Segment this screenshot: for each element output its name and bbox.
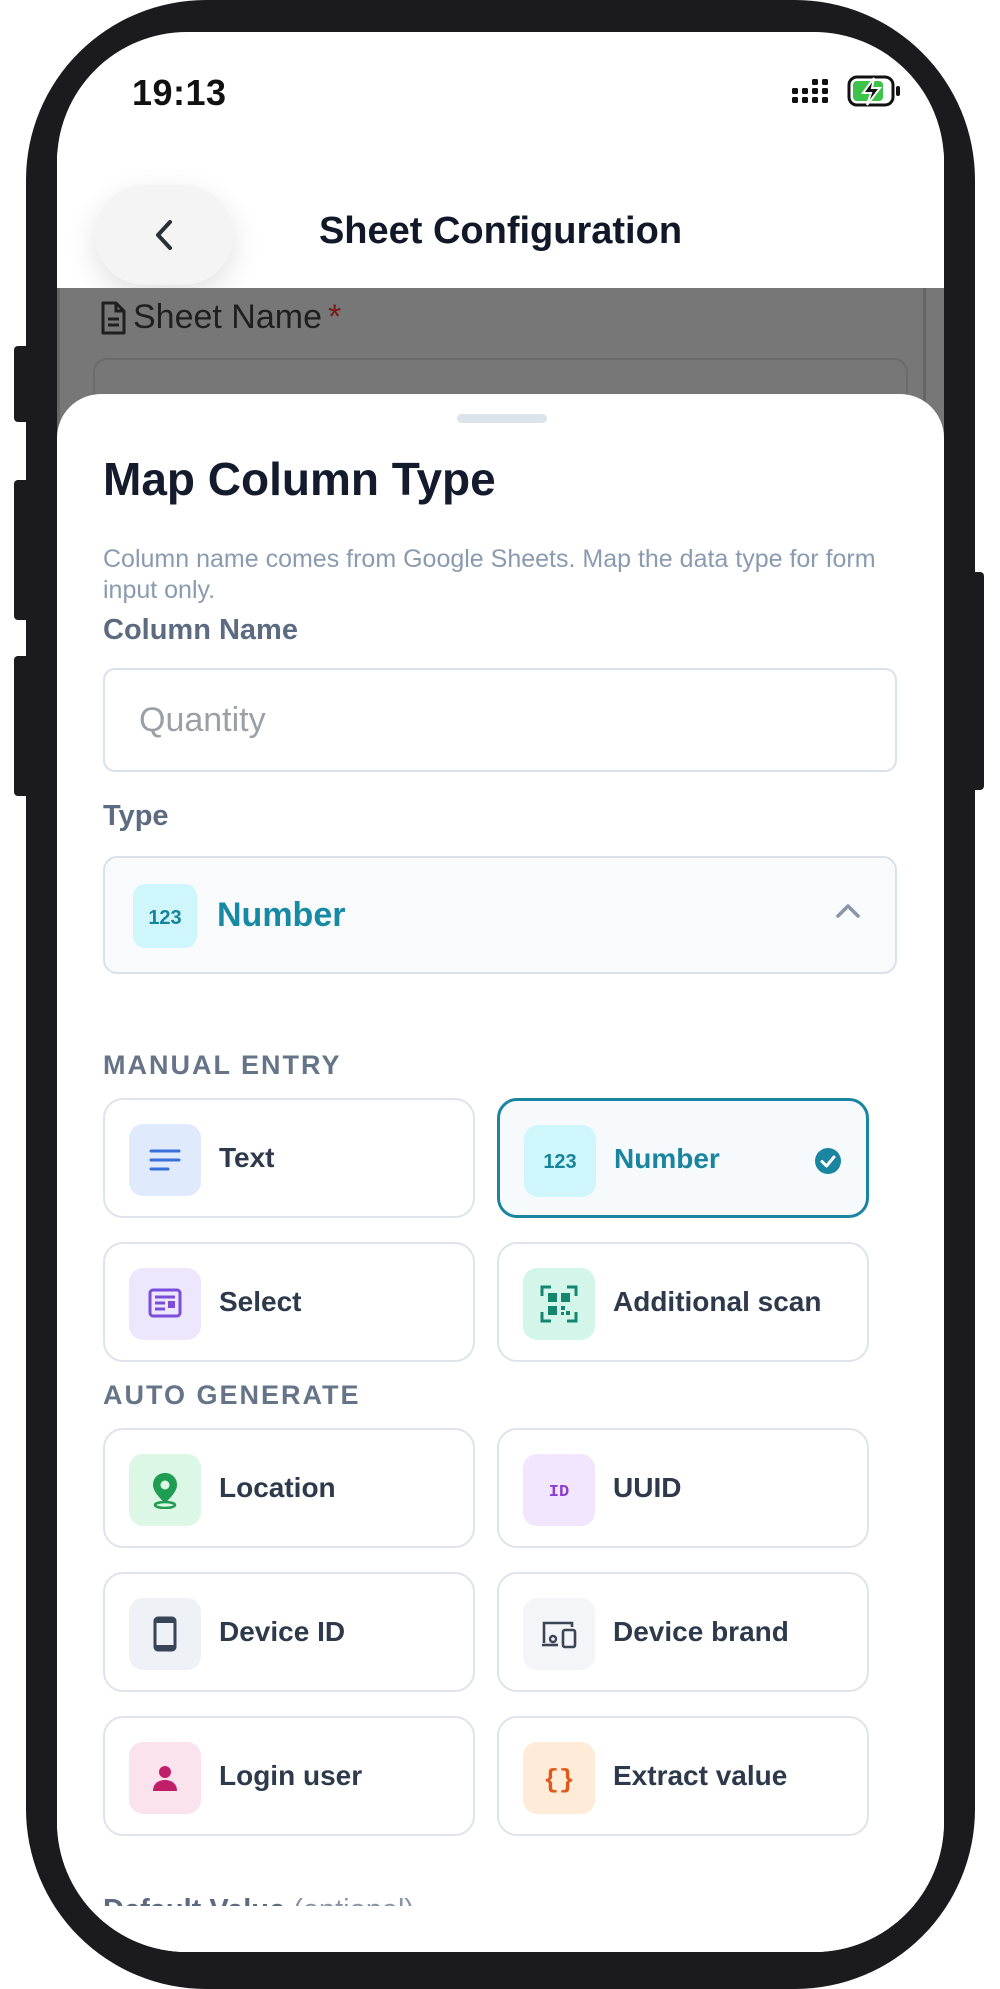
document-icon xyxy=(101,301,126,334)
silent-switch xyxy=(14,346,30,422)
battery-charging-icon xyxy=(847,75,900,107)
id-badge-icon: ID xyxy=(523,1454,595,1526)
status-bar: 19:13 xyxy=(57,32,944,152)
type-option-label: Additional scan xyxy=(613,1286,822,1317)
person-icon xyxy=(129,1742,201,1814)
volume-up-button xyxy=(14,480,30,620)
type-label: Type xyxy=(103,800,169,832)
type-option-label: UUID xyxy=(613,1472,682,1503)
volume-down-button xyxy=(14,656,30,796)
type-option-number[interactable]: 123 Number xyxy=(497,1098,869,1218)
type-option-label: Device ID xyxy=(219,1616,346,1647)
chevron-up-icon xyxy=(836,904,860,918)
sheet-name-text: Sheet Name xyxy=(133,298,322,336)
type-option-label: Text xyxy=(219,1142,275,1173)
smartphone-icon xyxy=(129,1598,201,1670)
cellular-signal-icon xyxy=(792,79,828,103)
type-option-location[interactable]: Location xyxy=(103,1428,475,1548)
location-pin-icon xyxy=(129,1454,201,1526)
sheet-name-label: Sheet Name * xyxy=(99,298,341,337)
screen: 19:13 Sheet Configuration Sheet Name * M… xyxy=(57,32,944,1952)
type-option-label: Extract value xyxy=(613,1760,788,1791)
status-time: 19:13 xyxy=(132,72,227,113)
type-option-label: Login user xyxy=(219,1760,363,1791)
sheet-grabber[interactable] xyxy=(457,414,547,423)
map-column-type-sheet: Map Column Type Column name comes from G… xyxy=(57,394,944,1952)
svg-text:123: 123 xyxy=(148,907,181,929)
selected-type-label: Number xyxy=(217,896,346,934)
svg-text:ID: ID xyxy=(549,1483,569,1502)
type-option-device-brand[interactable]: Device brand xyxy=(497,1572,869,1692)
type-option-extract-value[interactable]: {} Extract value xyxy=(497,1716,869,1836)
number-123-icon: 123 xyxy=(133,884,197,953)
type-option-text[interactable]: Text xyxy=(103,1098,475,1218)
column-name-input[interactable] xyxy=(103,668,897,772)
check-circle-icon xyxy=(815,1148,841,1174)
type-option-login-user[interactable]: Login user xyxy=(103,1716,475,1836)
svg-text:123: 123 xyxy=(543,1151,576,1173)
power-button xyxy=(970,572,984,790)
page-title: Sheet Configuration xyxy=(318,210,683,252)
sheet-title: Map Column Type xyxy=(103,453,496,505)
svg-text:{}: {} xyxy=(543,1765,574,1794)
type-option-label: Location xyxy=(219,1472,336,1503)
type-option-device-id[interactable]: Device ID xyxy=(103,1572,475,1692)
header-bar: Sheet Configuration xyxy=(57,152,944,288)
column-name-label: Column Name xyxy=(103,614,298,646)
type-option-additional-scan[interactable]: Additional scan xyxy=(497,1242,869,1362)
type-option-label: Select xyxy=(219,1286,302,1317)
required-mark: * xyxy=(328,298,342,336)
scroll-clip xyxy=(57,1906,944,1952)
type-dropdown[interactable]: 123 Number xyxy=(103,856,897,974)
section-auto-generate: AUTO GENERATE xyxy=(103,1380,361,1410)
select-list-icon xyxy=(129,1268,201,1340)
qr-scan-icon xyxy=(523,1268,595,1340)
braces-icon: {} xyxy=(523,1742,595,1814)
section-manual-entry: MANUAL ENTRY xyxy=(103,1050,342,1080)
sheet-subtitle: Column name comes from Google Sheets. Ma… xyxy=(103,545,876,604)
devices-icon xyxy=(523,1598,595,1670)
number-123-icon: 123 xyxy=(524,1125,596,1197)
type-option-select[interactable]: Select xyxy=(103,1242,475,1362)
type-option-uuid[interactable]: ID UUID xyxy=(497,1428,869,1548)
type-option-label: Device brand xyxy=(613,1616,789,1647)
text-lines-icon xyxy=(129,1124,201,1196)
type-option-label: Number xyxy=(614,1143,720,1174)
